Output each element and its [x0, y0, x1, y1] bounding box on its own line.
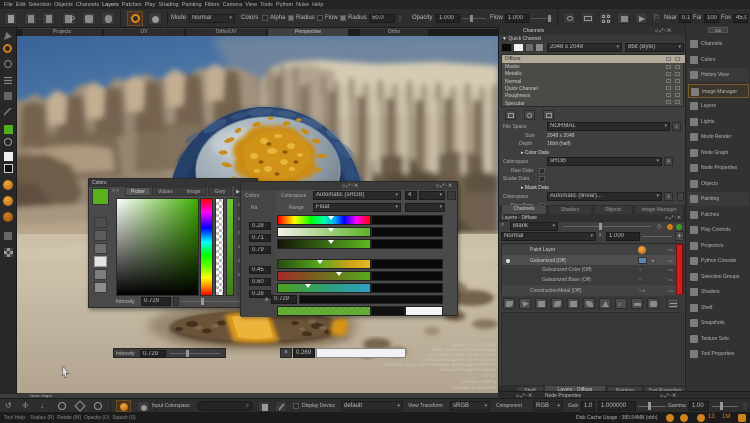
svg-text:www.openfootage.net alcohol: www.openfootage.net alcohol — [441, 367, 496, 372]
svg-text:Full video at mari.ideas: Full video at mari.ideas — [453, 385, 496, 390]
svg-text:at hdri: at hdri — [484, 373, 496, 378]
svg-text:Timelapse Painting: Timelapse Painting — [461, 379, 497, 384]
